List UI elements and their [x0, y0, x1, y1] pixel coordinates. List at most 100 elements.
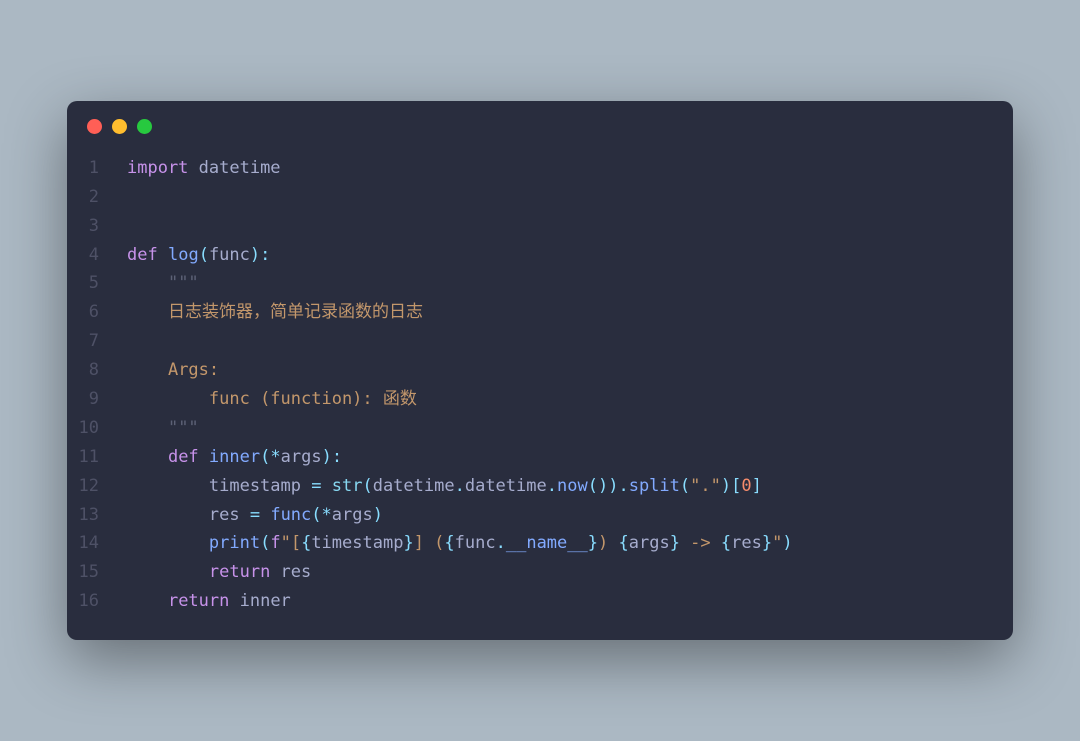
token-var [127, 562, 209, 582]
token-punct: . [496, 533, 506, 553]
code-line: 13 res = func(*args) [67, 501, 993, 530]
token-var: datetime [373, 476, 455, 496]
line-number: 6 [67, 298, 127, 327]
token-str: ) [598, 533, 618, 553]
code-window: 1import datetime2 3 4def log(func):5 """… [67, 101, 1013, 640]
code-line: 10 """ [67, 414, 993, 443]
code-line: 8 Args: [67, 356, 993, 385]
line-number: 1 [67, 154, 127, 183]
line-number: 15 [67, 558, 127, 587]
token-str: ] ( [414, 533, 445, 553]
code-line: 6 日志装饰器，简单记录函数的日志 [67, 298, 993, 327]
code-content: func (function): 函数 [127, 385, 417, 414]
close-icon[interactable] [87, 119, 102, 134]
minimize-icon[interactable] [112, 119, 127, 134]
token-var: res [270, 562, 311, 582]
token-fn: now [557, 476, 588, 496]
token-var: func [209, 245, 250, 265]
token-punct: . [618, 476, 628, 496]
code-content: """ [127, 414, 199, 443]
token-punct: ( [260, 447, 270, 467]
token-punct: ( [260, 533, 270, 553]
line-number: 7 [67, 327, 127, 356]
token-var [127, 447, 168, 467]
token-var [260, 505, 270, 525]
token-kw: return [209, 562, 270, 582]
token-punct: } [403, 533, 413, 553]
code-content: def inner(*args): [127, 443, 342, 472]
token-str: -> [680, 533, 721, 553]
token-fn: print [209, 533, 260, 553]
token-kw: f [270, 533, 280, 553]
token-num: 0 [741, 476, 751, 496]
code-line: 14 print(f"[{timestamp}] ({func.__name__… [67, 529, 993, 558]
token-punct: ( [362, 476, 372, 496]
token-var: datetime [465, 476, 547, 496]
token-punct: { [301, 533, 311, 553]
token-var: args [629, 533, 670, 553]
token-var: timestamp [127, 476, 311, 496]
code-content: Args: [127, 356, 219, 385]
token-var: inner [229, 591, 290, 611]
token-str: " [772, 533, 782, 553]
maximize-icon[interactable] [137, 119, 152, 134]
line-number: 14 [67, 529, 127, 558]
token-punct: ) [721, 476, 731, 496]
code-line: 1import datetime [67, 154, 993, 183]
code-content: return res [127, 558, 311, 587]
line-number: 8 [67, 356, 127, 385]
token-var [127, 591, 168, 611]
token-var: func [455, 533, 496, 553]
token-var: args [332, 505, 373, 525]
token-var [127, 533, 209, 553]
token-var [199, 447, 209, 467]
token-punct: ] [752, 476, 762, 496]
token-str: Args: [168, 360, 219, 380]
token-punct: ( [588, 476, 598, 496]
code-content: 日志装饰器，简单记录函数的日志 [127, 298, 423, 327]
token-var: res [127, 505, 250, 525]
token-fn: split [629, 476, 680, 496]
code-line: 11 def inner(*args): [67, 443, 993, 472]
token-kw: def [168, 447, 199, 467]
code-content: res = func(*args) [127, 501, 383, 530]
token-punct: ) [598, 476, 608, 496]
token-var: datetime [188, 158, 280, 178]
code-line: 15 return res [67, 558, 993, 587]
line-number: 13 [67, 501, 127, 530]
token-kw: import [127, 158, 188, 178]
code-area[interactable]: 1import datetime2 3 4def log(func):5 """… [67, 144, 1013, 640]
token-kw: def [127, 245, 158, 265]
token-var [321, 476, 331, 496]
token-fn: log [168, 245, 199, 265]
token-var [127, 360, 168, 380]
code-line: 16 return inner [67, 587, 993, 616]
line-number: 5 [67, 269, 127, 298]
token-punct: { [618, 533, 628, 553]
token-punct: ) [373, 505, 383, 525]
token-strq: """ [168, 273, 199, 293]
line-number: 10 [67, 414, 127, 443]
code-line: 5 """ [67, 269, 993, 298]
token-punct: . [547, 476, 557, 496]
code-content: """ [127, 269, 199, 298]
token-var [127, 302, 168, 322]
token-punct: ) [322, 447, 332, 467]
code-content: timestamp = str(datetime.datetime.now())… [127, 472, 762, 501]
line-number: 2 [67, 183, 127, 212]
line-number: 12 [67, 472, 127, 501]
code-line: 12 timestamp = str(datetime.datetime.now… [67, 472, 993, 501]
code-content: return inner [127, 587, 291, 616]
token-punct: ) [782, 533, 792, 553]
code-content: print(f"[{timestamp}] ({func.__name__}) … [127, 529, 793, 558]
token-builtin: str [332, 476, 363, 496]
token-punct: } [670, 533, 680, 553]
token-punct: * [322, 505, 332, 525]
token-punct: ) [608, 476, 618, 496]
token-punct: * [270, 447, 280, 467]
token-punct: ( [311, 505, 321, 525]
code-line: 4def log(func): [67, 241, 993, 270]
token-str: "[ [281, 533, 301, 553]
line-number: 16 [67, 587, 127, 616]
token-punct: = [250, 505, 260, 525]
